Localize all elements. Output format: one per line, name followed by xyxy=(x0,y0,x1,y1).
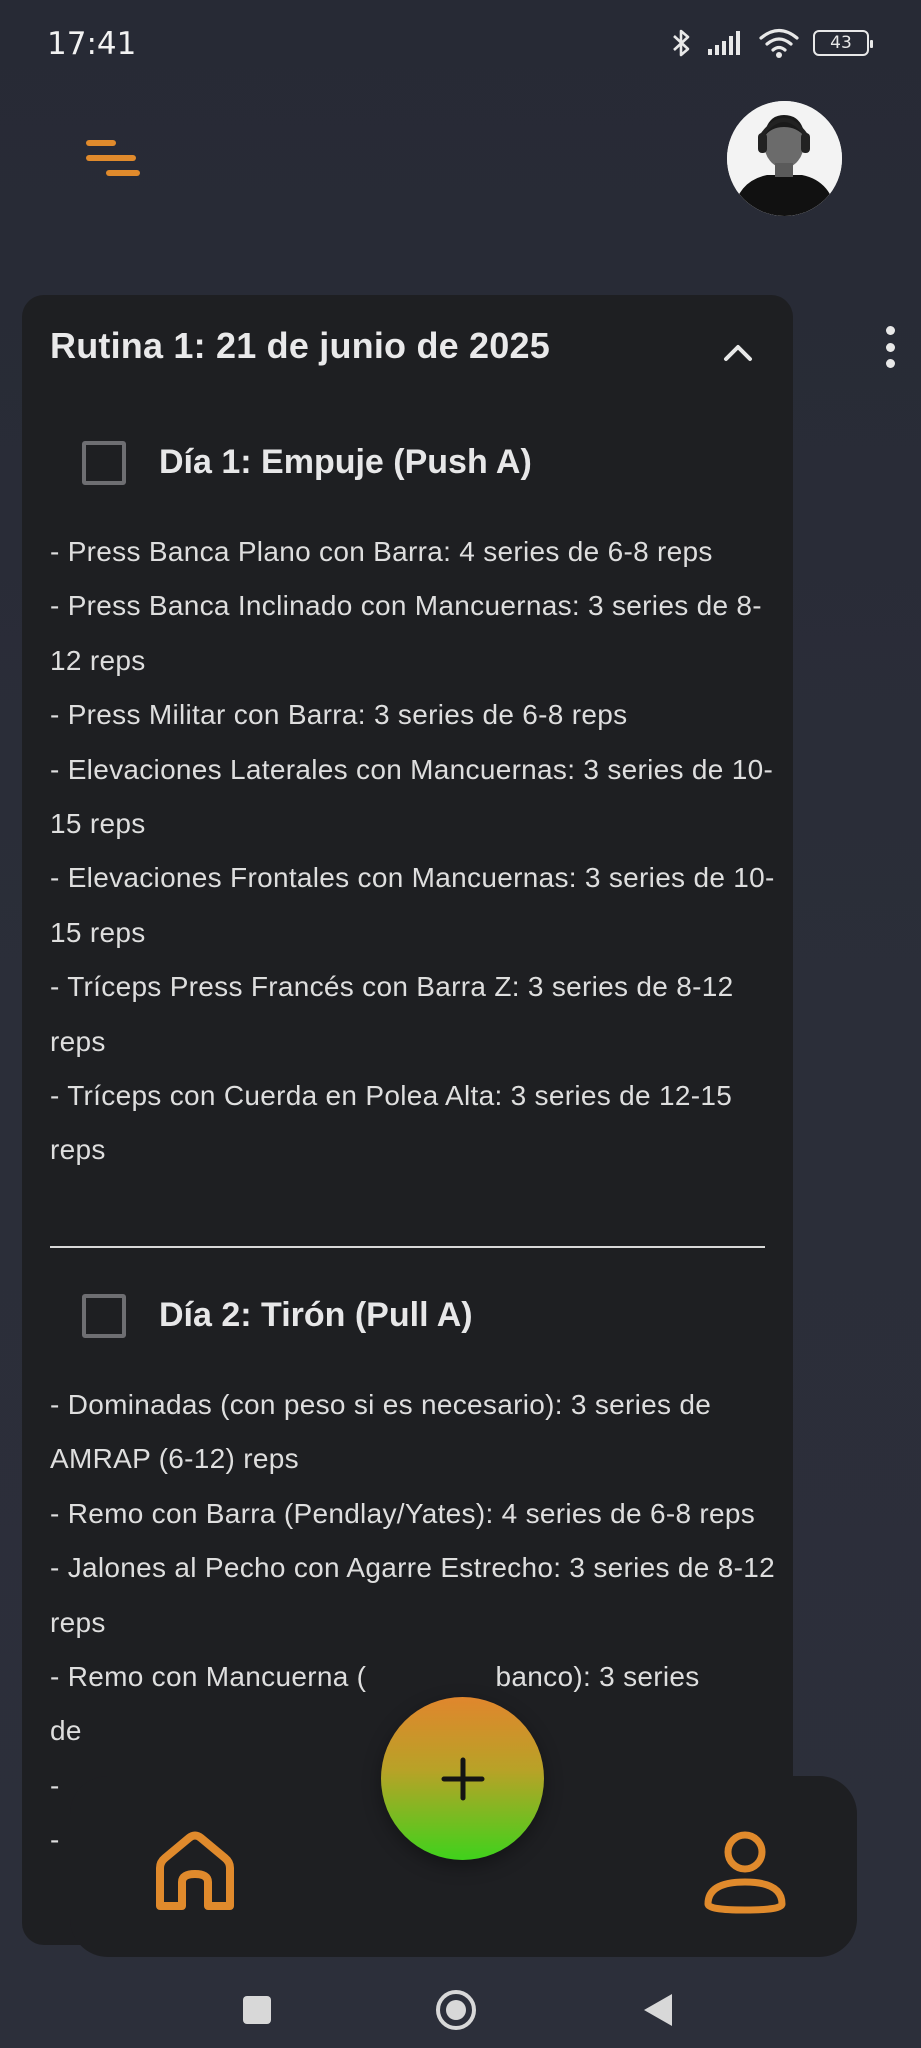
day-checkbox[interactable] xyxy=(82,1294,126,1338)
exercise-item: - Press Banca Plano con Barra: 4 series … xyxy=(50,536,713,567)
exercise-item: - Press Militar con Barra: 3 series de 6… xyxy=(50,699,628,731)
exercise-item: - Tríceps Press Francés con Barra Z: 3 s… xyxy=(50,971,734,1057)
home-icon[interactable] xyxy=(150,1826,240,1916)
day-checkbox[interactable] xyxy=(82,441,126,485)
routine-title: Rutina 1: 21 de junio de 2025 xyxy=(50,325,550,366)
add-routine-button[interactable] xyxy=(381,1697,544,1860)
wifi-icon xyxy=(759,28,799,58)
signal-icon xyxy=(708,31,740,55)
more-options-icon[interactable] xyxy=(878,322,902,372)
menu-icon[interactable] xyxy=(84,136,144,182)
day-header: Día 1: Empuje (Push A) xyxy=(22,437,793,493)
recent-apps-icon[interactable] xyxy=(241,1994,273,2026)
status-time: 17:41 xyxy=(47,26,137,62)
day-title: Día 1: Empuje (Push A) xyxy=(159,443,532,481)
avatar[interactable] xyxy=(727,101,842,216)
system-nav-bar xyxy=(0,1960,921,2048)
routine-card: Rutina 1: 21 de junio de 2025 Día 1: Emp… xyxy=(22,295,793,1945)
battery-level: 43 xyxy=(830,33,852,53)
exercise-item: - Dominadas (con peso si es necesario): … xyxy=(50,1389,712,1475)
battery-indicator: 43 xyxy=(813,30,873,56)
back-icon[interactable] xyxy=(640,1990,676,2030)
exercise-item: - Elevaciones Laterales con Mancuernas: … xyxy=(50,753,774,840)
day-divider xyxy=(50,1246,765,1248)
exercise-item: - Press Banca Inclinado con Mancuernas: … xyxy=(50,590,762,676)
user-icon[interactable] xyxy=(700,1826,790,1916)
day-title: Día 2: Tirón (Pull A) xyxy=(159,1296,473,1334)
plus-icon xyxy=(441,1757,484,1800)
chevron-up-icon[interactable] xyxy=(718,337,758,367)
day-header: Día 2: Tirón (Pull A) xyxy=(22,1290,793,1346)
status-icons: 43 xyxy=(671,24,873,62)
exercise-item: - Remo con Mancuerna ( banco): 3 series xyxy=(50,1661,700,1693)
status-bar: 17:41 43 xyxy=(0,0,921,90)
bluetooth-icon xyxy=(673,29,690,57)
exercise-list: - Press Banca Plano con Barra: 4 series … xyxy=(50,525,790,1178)
profile-photo xyxy=(727,101,842,216)
exercise-item: - Remo con Barra (Pendlay/Yates): 4 seri… xyxy=(50,1497,756,1529)
exercise-item: - Jalones al Pecho con Agarre Estrecho: … xyxy=(50,1552,775,1638)
exercise-item: - Elevaciones Frontales con Mancuernas: … xyxy=(50,862,775,948)
home-system-icon[interactable] xyxy=(434,1988,478,2032)
exercise-item: - Tríceps con Cuerda en Polea Alta: 3 se… xyxy=(50,1080,733,1166)
